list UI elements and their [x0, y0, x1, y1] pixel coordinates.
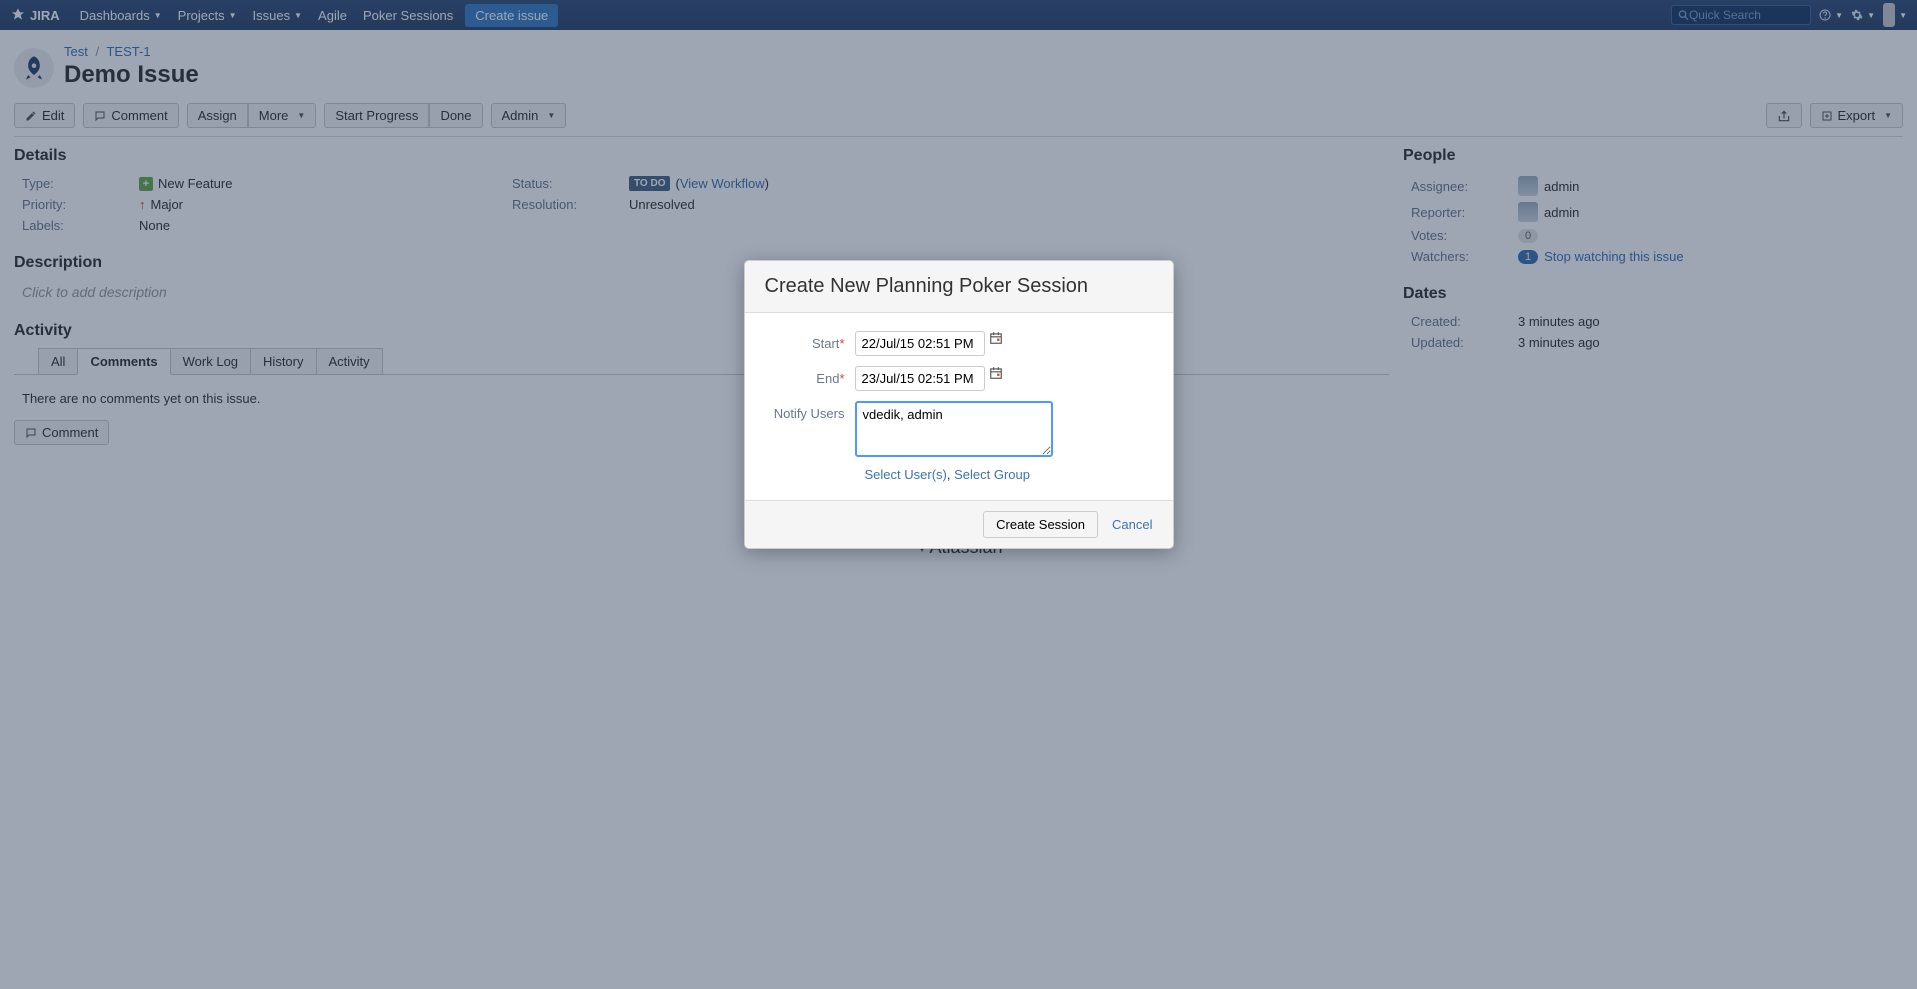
- field-start: Start*: [765, 331, 1153, 356]
- start-input[interactable]: [855, 331, 985, 356]
- helper-sep: ,: [947, 467, 954, 482]
- end-label: End*: [765, 366, 855, 386]
- field-end: End*: [765, 366, 1153, 391]
- calendar-icon: [989, 331, 1003, 345]
- notify-users-input[interactable]: [855, 401, 1053, 457]
- end-input[interactable]: [855, 366, 985, 391]
- select-users-link[interactable]: Select User(s): [865, 467, 947, 482]
- create-session-button[interactable]: Create Session: [983, 511, 1098, 538]
- start-label: Start*: [765, 331, 855, 351]
- calendar-icon: [989, 366, 1003, 380]
- field-notify-users: Notify Users: [765, 401, 1153, 457]
- end-datepicker-button[interactable]: [989, 366, 1003, 380]
- create-poker-session-dialog: Create New Planning Poker Session Start*…: [744, 260, 1174, 549]
- dialog-title: Create New Planning Poker Session: [745, 261, 1173, 313]
- start-label-text: Start: [812, 336, 839, 351]
- dialog-body: Start* End* Notify Users Select User(s),…: [745, 313, 1173, 500]
- notify-label: Notify Users: [765, 401, 855, 421]
- required-icon: *: [839, 371, 844, 386]
- select-group-link[interactable]: Select Group: [954, 467, 1030, 482]
- dialog-footer: Create Session Cancel: [745, 500, 1173, 548]
- required-icon: *: [839, 336, 844, 351]
- end-label-text: End: [816, 371, 839, 386]
- cancel-link[interactable]: Cancel: [1112, 517, 1152, 532]
- start-datepicker-button[interactable]: [989, 331, 1003, 345]
- notify-helper: Select User(s), Select Group: [865, 467, 1153, 482]
